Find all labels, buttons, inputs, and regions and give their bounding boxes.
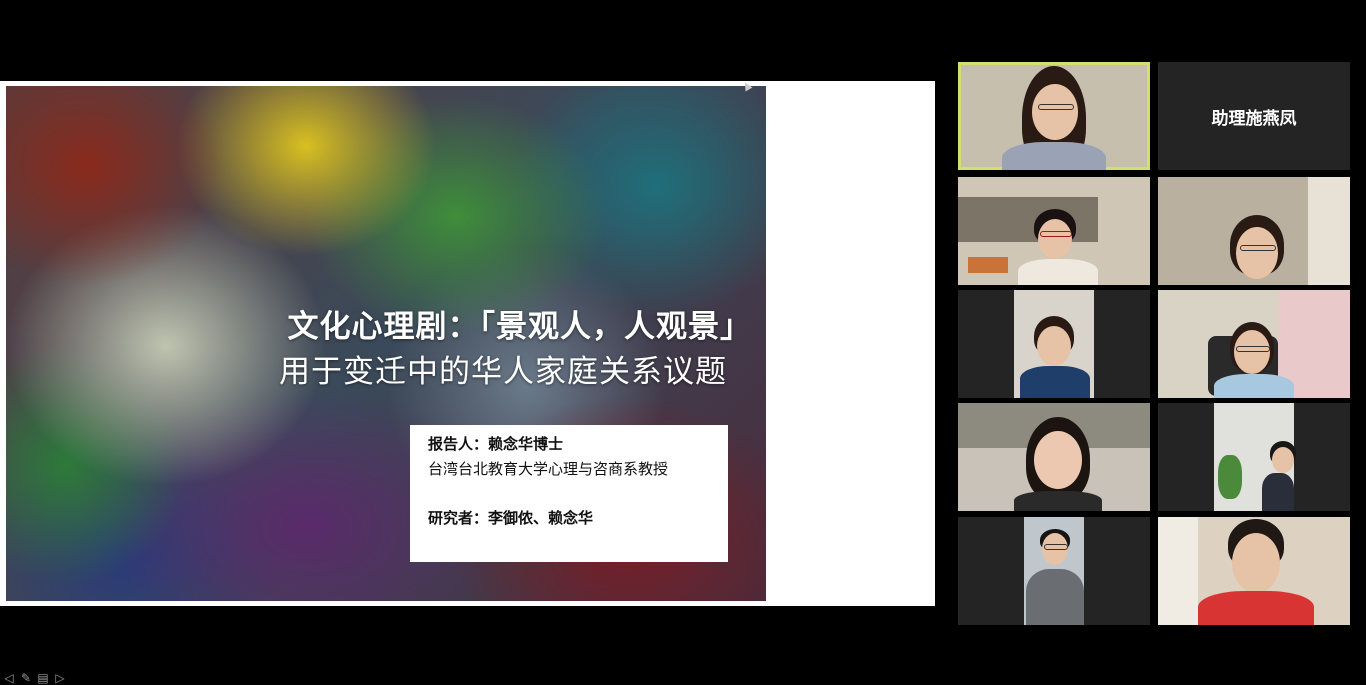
researchers: 研究者：李御侬、赖念华 [428, 509, 594, 527]
presenter-affiliation: 台湾台北教育大学心理与咨商系教授 [428, 460, 669, 478]
video-tile-2[interactable]: 助理施燕凤 [1158, 62, 1350, 170]
video-tile-9[interactable] [958, 517, 1150, 625]
video-tile-5[interactable] [958, 290, 1150, 398]
video-tile-7[interactable] [958, 403, 1150, 511]
video-tile-10[interactable] [1158, 517, 1350, 625]
presenter-info-box: 报告人：赖念华博士 台湾台北教育大学心理与咨商系教授 研究者：李御侬、赖念华 [410, 425, 728, 562]
video-tile-1[interactable] [958, 62, 1150, 170]
pen-icon[interactable]: ✎ [19, 671, 33, 685]
video-tile-8[interactable] [1158, 403, 1350, 511]
presentation-slide: 文化心理剧：「景观人，人观景」 用于变迁中的华人家庭关系议题 报告人：赖念华博士… [6, 86, 766, 601]
slide-subtitle: 用于变迁中的华人家庭关系议题 [279, 354, 727, 390]
slide-toolbar: ◁ ✎ ▤ ▷ [2, 671, 67, 685]
presenter-name: 报告人：赖念华博士 [428, 435, 564, 453]
prev-icon[interactable]: ◁ [2, 671, 16, 685]
screen-share: 文化心理剧：「景观人，人观景」 用于变迁中的华人家庭关系议题 报告人：赖念华博士… [0, 81, 935, 685]
video-tile-4[interactable] [1158, 177, 1350, 285]
video-tile-3[interactable] [958, 177, 1150, 285]
video-tile-6[interactable] [1158, 290, 1350, 398]
slides-icon[interactable]: ▤ [36, 671, 50, 685]
next-icon[interactable]: ▷ [53, 671, 67, 685]
slide-title: 文化心理剧：「景观人，人观景」 [287, 309, 752, 345]
participant-name: 助理施燕凤 [1211, 108, 1297, 129]
